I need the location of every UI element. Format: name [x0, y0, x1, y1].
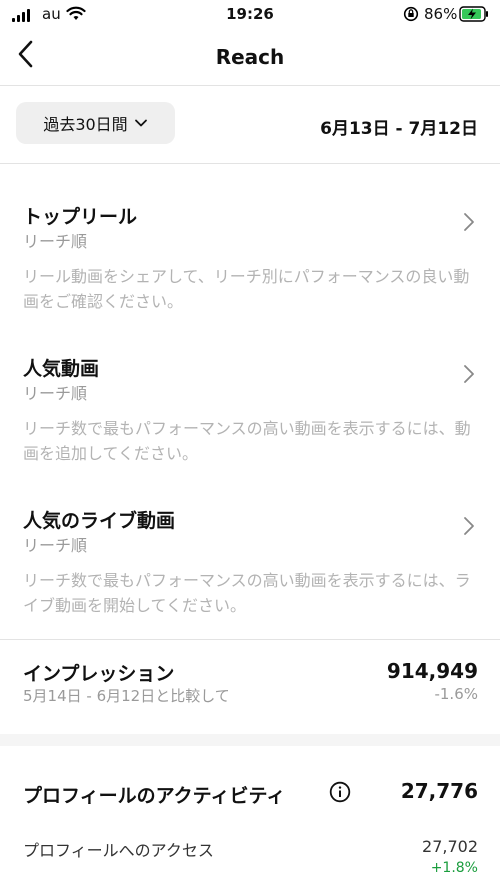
- popular-videos-section[interactable]: 人気動画 リーチ順 リーチ数で最もパフォーマンスの高い動画を表示するには、動画を…: [0, 354, 500, 472]
- impressions-comparison: 5月14日 - 6月12日と比較して: [23, 687, 230, 705]
- top-reels-section[interactable]: トップリール リーチ順 リール動画をシェアして、リーチ別にパフォーマンスの良い動…: [0, 202, 500, 320]
- impressions-value: 914,949: [386, 659, 478, 683]
- chevron-right-icon[interactable]: [462, 211, 476, 233]
- section-separator: [0, 734, 500, 746]
- section-description: リーチ数で最もパフォーマンスの高い動画を表示するには、動画を追加してください。: [23, 419, 471, 463]
- section-title: 人気のライブ動画: [23, 510, 176, 532]
- battery-charging-icon: [459, 6, 488, 22]
- nav-bar: Reach: [0, 30, 500, 86]
- info-icon[interactable]: [329, 781, 351, 803]
- section-title: トップリール: [23, 206, 138, 228]
- section-description: リール動画をシェアして、リーチ別にパフォーマンスの良い動画をご確認ください。: [23, 267, 470, 311]
- impressions-change: -1.6%: [434, 685, 478, 703]
- profile-visits-value: 27,702: [422, 837, 478, 856]
- section-subtitle: リーチ順: [23, 232, 88, 251]
- battery-percent: 86%: [424, 5, 458, 23]
- page-title: Reach: [215, 45, 285, 69]
- period-selector-label: 過去30日間: [43, 115, 128, 134]
- section-title: 人気動画: [23, 358, 100, 380]
- chevron-down-icon: [134, 119, 147, 127]
- profile-activity-title: プロフィールのアクティビティ: [23, 785, 286, 807]
- section-description: リーチ数で最もパフォーマンスの高い動画を表示するには、ライブ動画を開始してくださ…: [23, 571, 471, 615]
- rotation-lock-icon: [403, 6, 419, 22]
- profile-visits-label: プロフィールへのアクセス: [23, 841, 214, 860]
- chevron-right-icon[interactable]: [462, 363, 476, 385]
- status-bar: au 19:26 86%: [0, 0, 500, 30]
- date-range-row: 過去30日間 6月13日 - 7月12日: [0, 86, 500, 164]
- chevron-right-icon[interactable]: [462, 515, 476, 537]
- impressions-row: インプレッション 5月14日 - 6月12日と比較して 914,949 -1.6…: [0, 640, 500, 734]
- popular-live-videos-section[interactable]: 人気のライブ動画 リーチ順 リーチ数で最もパフォーマンスの高い動画を表示するには…: [0, 506, 500, 624]
- section-subtitle: リーチ順: [23, 536, 88, 555]
- profile-activity-value: 27,776: [400, 779, 478, 803]
- impressions-title: インプレッション: [23, 663, 175, 685]
- profile-visits-change: +1.8%: [430, 860, 478, 876]
- period-selector[interactable]: 過去30日間: [16, 102, 175, 144]
- date-range-label: 6月13日 - 7月12日: [320, 119, 478, 139]
- profile-activity-section: プロフィールのアクティビティ 27,776 プロフィールへのアクセス 27,70…: [0, 746, 500, 889]
- section-subtitle: リーチ順: [23, 384, 88, 403]
